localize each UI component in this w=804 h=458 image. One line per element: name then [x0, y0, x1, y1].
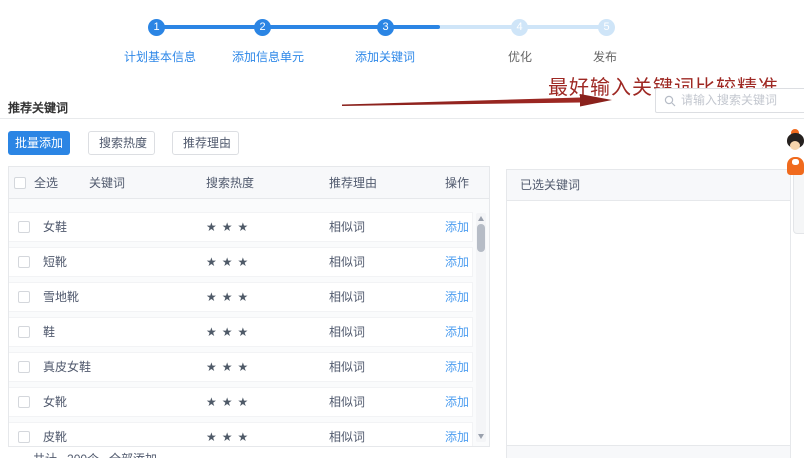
- select-all-checkbox[interactable]: [14, 177, 26, 189]
- step-circle-5: 5: [598, 19, 615, 36]
- heat-stars: ★★★: [206, 318, 253, 346]
- row-checkbox[interactable]: [18, 396, 30, 408]
- table-row: 女靴 ★★★ 相似词 添加: [9, 387, 473, 417]
- add-keyword-link[interactable]: 添加: [445, 318, 469, 346]
- step-label-plan-info: 计划基本信息: [105, 48, 215, 65]
- add-keyword-link[interactable]: 添加: [445, 213, 469, 241]
- heat-stars: ★★★: [206, 388, 253, 416]
- add-all-link[interactable]: 全部添加: [109, 450, 157, 458]
- row-checkbox[interactable]: [18, 326, 30, 338]
- reason-cell: 相似词: [329, 318, 365, 346]
- row-checkbox[interactable]: [18, 361, 30, 373]
- table-row: 短靴 ★★★ 相似词 添加: [9, 247, 473, 277]
- reason-cell: 相似词: [329, 213, 365, 241]
- selected-panel-footer: 全部删除: [507, 445, 790, 458]
- heat-stars: ★★★: [206, 248, 253, 276]
- keyword-cell: 皮靴: [43, 423, 67, 446]
- reason-cell: 相似词: [329, 248, 365, 276]
- add-keyword-link[interactable]: 添加: [445, 388, 469, 416]
- heat-stars: ★★★: [206, 353, 253, 381]
- table-row: 雪地靴 ★★★ 相似词 添加: [9, 282, 473, 312]
- search-placeholder: 请输入搜索关键词: [681, 89, 777, 112]
- total-count: 200个: [67, 450, 99, 458]
- add-keyword-link[interactable]: 添加: [445, 423, 469, 446]
- step-label-add-keywords: 添加关键词: [330, 48, 440, 65]
- page-title: 推荐关键词: [8, 99, 68, 116]
- search-icon: [664, 95, 676, 107]
- table-row: 真皮女鞋 ★★★ 相似词 添加: [9, 352, 473, 382]
- step-circle-3[interactable]: 3: [377, 19, 394, 36]
- heat-stars: ★★★: [206, 423, 253, 446]
- scroll-up-icon[interactable]: [478, 216, 484, 221]
- step-circle-4: 4: [511, 19, 528, 36]
- select-all-label: 全选: [34, 167, 58, 199]
- selected-panel-body: [507, 201, 790, 444]
- recommended-keywords-table: 全选 关键词 搜索热度 推荐理由 操作 女鞋 ★★★ 相似词 添加 短靴 ★★★…: [8, 166, 490, 447]
- annotation-arrow-icon: [340, 90, 640, 114]
- step-circle-2[interactable]: 2: [254, 19, 271, 36]
- step-circle-1[interactable]: 1: [148, 19, 165, 36]
- heat-stars: ★★★: [206, 283, 253, 311]
- table-row: 皮靴 ★★★ 相似词 添加: [9, 422, 473, 446]
- add-keyword-link[interactable]: 添加: [445, 353, 469, 381]
- col-header-heat: 搜索热度: [206, 167, 254, 199]
- step-label-publish: 发布: [550, 48, 660, 65]
- selected-keywords-panel: 已选关键词 全部删除: [506, 169, 791, 458]
- batch-add-button[interactable]: 批量添加: [8, 131, 70, 155]
- row-checkbox[interactable]: [18, 221, 30, 233]
- keyword-cell: 短靴: [43, 248, 67, 276]
- stepper-progress: [156, 25, 440, 29]
- keyword-cell: 雪地靴: [43, 283, 79, 311]
- table-row: 女鞋 ★★★ 相似词 添加: [9, 212, 473, 242]
- step-label-info-unit: 添加信息单元: [213, 48, 323, 65]
- reason-cell: 相似词: [329, 283, 365, 311]
- keyword-cell: 女靴: [43, 388, 67, 416]
- keyword-cell: 鞋: [43, 318, 55, 346]
- reason-cell: 相似词: [329, 423, 365, 446]
- divider: [0, 118, 804, 119]
- col-header-action: 操作: [445, 167, 469, 199]
- table-header: 全选 关键词 搜索热度 推荐理由 操作: [9, 167, 489, 199]
- col-header-keyword: 关键词: [89, 167, 125, 199]
- table-body: 女鞋 ★★★ 相似词 添加 短靴 ★★★ 相似词 添加 雪地靴 ★★★ 相似词 …: [9, 199, 489, 446]
- heat-stars: ★★★: [206, 213, 253, 241]
- reason-cell: 相似词: [329, 353, 365, 381]
- add-keyword-link[interactable]: 添加: [445, 283, 469, 311]
- keyword-search-input[interactable]: 请输入搜索关键词: [655, 88, 804, 113]
- helper-widget[interactable]: [793, 172, 804, 234]
- mascot-icon[interactable]: [786, 129, 804, 177]
- scroll-down-icon[interactable]: [478, 434, 484, 439]
- scrollbar-thumb[interactable]: [477, 224, 485, 252]
- add-keyword-link[interactable]: 添加: [445, 248, 469, 276]
- table-scrollbar[interactable]: [476, 213, 486, 442]
- table-footer: 共计 200个 全部添加: [33, 450, 157, 458]
- row-checkbox[interactable]: [18, 431, 30, 443]
- row-checkbox[interactable]: [18, 256, 30, 268]
- reason-cell: 相似词: [329, 388, 365, 416]
- reason-filter-dropdown[interactable]: 推荐理由: [172, 131, 239, 155]
- heat-filter-dropdown[interactable]: 搜索热度: [88, 131, 155, 155]
- table-row: 鞋 ★★★ 相似词 添加: [9, 317, 473, 347]
- keyword-cell: 真皮女鞋: [43, 353, 91, 381]
- selected-panel-title: 已选关键词: [507, 170, 790, 201]
- col-header-reason: 推荐理由: [329, 167, 377, 199]
- keyword-selection-screen: 1 2 3 4 5 计划基本信息 添加信息单元 添加关键词 优化 发布 最好输入…: [0, 0, 804, 458]
- row-checkbox[interactable]: [18, 291, 30, 303]
- keyword-cell: 女鞋: [43, 213, 67, 241]
- total-label: 共计: [33, 450, 57, 458]
